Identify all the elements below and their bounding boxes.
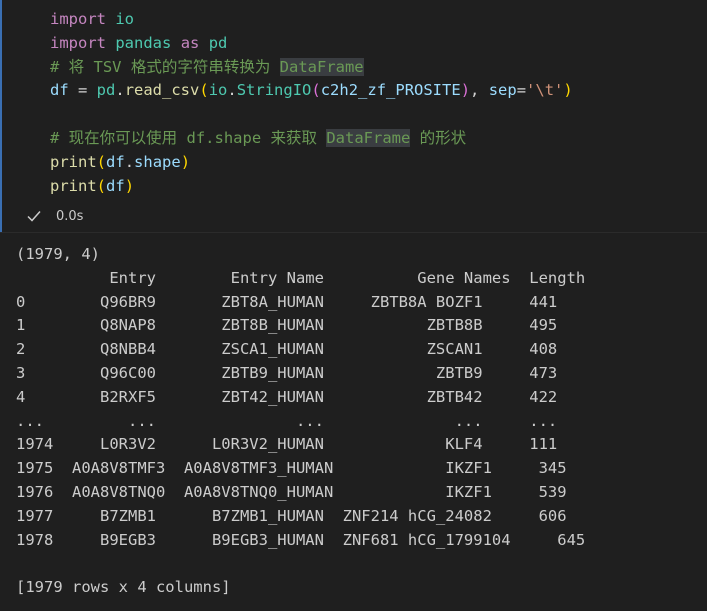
code-line[interactable]: print(df) [50,175,573,199]
cell-execution-status: 0.0s [26,206,83,226]
checkmark-icon [27,211,41,222]
output-table-row: Entry Entry Name Gene Names Length [16,268,586,287]
code-token: sep [488,81,517,100]
code-token: print [50,152,97,171]
code-token: ( [199,81,209,100]
code-token: ) [563,81,573,100]
code-token: 的形状 [410,128,467,147]
output-table-row: 4 B2RXF5 ZBT42_HUMAN ZBTB42 422 [16,387,558,406]
code-token: , [470,81,489,100]
code-token: read_csv [124,81,200,100]
output-table-row: 1 Q8NAP8 ZBT8B_HUMAN ZBTB8B 495 [16,316,558,335]
code-token: io [115,10,135,28]
output-table-row: ... ... ... ... ... [16,411,558,430]
code-token: import [50,10,106,28]
output-table-row: 2 Q8NBB4 ZSCA1_HUMAN ZSCAN1 408 [16,340,558,359]
code-token: io [208,81,228,100]
output-table-row: 3 Q96C00 ZBTB9_HUMAN ZBTB9 473 [16,363,558,382]
execution-duration: 0.0s [56,208,84,224]
code-token: c2h2_zf_PROSITE [320,81,461,100]
code-line[interactable]: df = pd.read_csv(io.StringIO(c2h2_zf_PRO… [50,79,573,103]
cell-focus-indicator [0,0,2,232]
output-table-row: 1977 B7ZMB1 B7ZMB1_HUMAN ZNF214 hCG_2408… [16,506,567,525]
code-token: = [516,81,527,100]
code-token: df [106,176,125,195]
code-token: ( [311,81,321,100]
code-token: StringIO [236,81,312,100]
code-line[interactable]: # 将 TSV 格式的字符串转换为 DataFrame [50,56,573,80]
code-token: . [227,81,237,100]
code-token: ) [124,176,135,195]
code-token: print [50,176,97,195]
code-token: as [180,33,200,52]
cell-output: (1979, 4) Entry Entry Name Gene Names Le… [16,243,585,600]
code-token: ) [460,81,471,100]
code-line[interactable]: import io [50,8,573,32]
code-token: . [124,152,135,171]
code-token: df [50,81,69,100]
code-token: pd [208,33,228,52]
code-token: pandas [115,33,172,52]
output-shape: (1979, 4) [16,245,100,263]
output-table-row: 1974 L0R3V2 L0R3V2_HUMAN KLF4 111 [16,435,558,454]
code-token: df [106,152,125,171]
code-token: DataFrame [279,57,364,76]
code-token: shape [134,152,181,171]
code-token: '\t' [526,81,564,100]
output-summary: [1979 rows x 4 columns] [16,578,231,597]
code-editor[interactable]: import io import pandas as pd # 将 TSV 格式的字… [50,8,573,198]
code-token: ( [96,176,107,195]
code-line[interactable]: # 现在你可以使用 df.shape 来获取 DataFrame 的形状 [50,127,573,151]
code-line[interactable]: print(df.shape) [50,151,573,175]
code-line[interactable] [50,103,573,127]
notebook-code-cell[interactable]: import io import pandas as pd # 将 TSV 格式的字… [0,0,707,232]
code-token: pd [96,81,116,100]
output-table-row: 1978 B9EGB3 B9EGB3_HUMAN ZNF681 hCG_1799… [16,530,586,549]
output-table-row: 1976 A0A8V8TNQ0 A0A8V8TNQ0_HUMAN IKZF1 5… [16,482,567,501]
code-token: = [68,81,97,100]
code-token: ) [180,152,191,171]
code-token: # 将 TSV 格式的字符串转换为 [50,57,280,76]
output-table-row: 1975 A0A8V8TMF3 A0A8V8TMF3_HUMAN IKZF1 3… [16,459,567,478]
code-line[interactable]: import pandas as pd [50,32,573,56]
cell-output-divider [0,232,707,233]
output-table-row: 0 Q96BR9 ZBT8A_HUMAN ZBTB8A BOZF1 441 [16,292,558,311]
output-table-row [16,552,585,576]
code-token: # 现在你可以使用 df.shape 来获取 [50,128,327,147]
code-token: import [50,33,106,52]
code-token: DataFrame [326,128,411,147]
code-token: ( [96,152,107,171]
code-token: . [115,81,125,100]
